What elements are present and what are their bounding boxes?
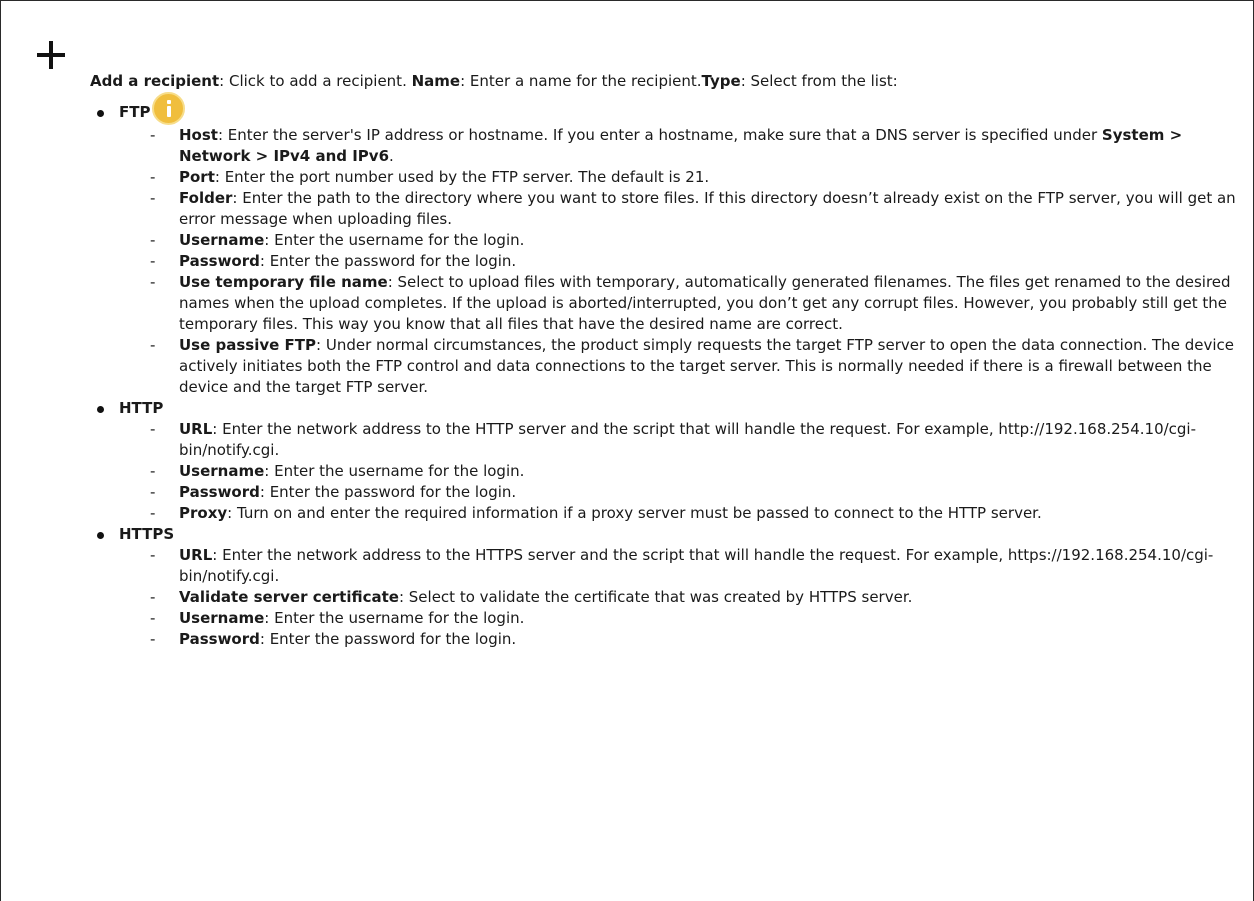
recipient-help: Add a recipient: Click to add a recipien… <box>90 71 1240 650</box>
field-text: : Turn on and enter the required informa… <box>227 504 1042 522</box>
field-label: Username <box>179 231 265 249</box>
field-label: Port <box>179 168 215 186</box>
field-passive-ftp: Use passive FTP: Under normal circumstan… <box>119 335 1240 398</box>
field-username: Username: Enter the username for the log… <box>119 608 1240 629</box>
https-fields: URL: Enter the network address to the HT… <box>119 545 1240 650</box>
field-label: Password <box>179 483 260 501</box>
field-text-end: . <box>389 147 394 165</box>
type-name: HTTPS <box>119 525 175 543</box>
field-label: URL <box>179 546 213 564</box>
field-proxy: Proxy: Turn on and enter the required in… <box>119 503 1240 524</box>
http-fields: URL: Enter the network address to the HT… <box>119 419 1240 524</box>
type-http: HTTP URL: Enter the network address to t… <box>90 398 1240 524</box>
type-https: HTTPS URL: Enter the network address to … <box>90 524 1240 650</box>
field-text: : Enter the password for the login. <box>259 630 517 648</box>
field-text: : Enter the password for the login. <box>259 252 517 270</box>
field-password: Password: Enter the password for the log… <box>119 629 1240 650</box>
field-port: Port: Enter the port number used by the … <box>119 167 1240 188</box>
field-text: : Under normal circumstances, the produc… <box>179 336 1234 396</box>
field-url: URL: Enter the network address to the HT… <box>119 545 1240 587</box>
field-password: Password: Enter the password for the log… <box>119 482 1240 503</box>
name-label: Name <box>411 72 461 90</box>
field-text: : Select to validate the certificate tha… <box>398 588 913 606</box>
field-label: Password <box>179 630 260 648</box>
field-password: Password: Enter the password for the log… <box>119 251 1240 272</box>
field-url: URL: Enter the network address to the HT… <box>119 419 1240 461</box>
info-icon <box>152 92 186 125</box>
name-text: : Enter a name for the recipient. <box>460 72 702 90</box>
field-label: Use passive FTP <box>179 336 317 354</box>
field-label: Username <box>179 609 265 627</box>
type-label: Type <box>701 72 741 90</box>
field-folder: Folder: Enter the path to the directory … <box>119 188 1240 230</box>
type-list: FTP Host: Enter the server's IP address … <box>90 92 1240 650</box>
intro-paragraph: Add a recipient: Click to add a recipien… <box>90 71 1240 92</box>
field-label: Password <box>179 252 260 270</box>
bullet <box>97 406 104 413</box>
field-text: : Enter the username for the login. <box>264 609 525 627</box>
field-text: : Enter the username for the login. <box>264 231 525 249</box>
type-name: FTP <box>119 103 151 121</box>
field-validate-certificate: Validate server certificate: Select to v… <box>119 587 1240 608</box>
field-text: : Enter the server's IP address or hostn… <box>217 126 1102 144</box>
field-text: : Enter the path to the directory where … <box>179 189 1236 228</box>
type-text: : Select from the list: <box>740 72 898 90</box>
type-name: HTTP <box>119 399 164 417</box>
field-temp-file-name: Use temporary file name: Select to uploa… <box>119 272 1240 335</box>
field-label: Username <box>179 462 265 480</box>
add-recipient-label: Add a recipient <box>90 72 220 90</box>
field-label: Host <box>179 126 218 144</box>
add-recipient-text: : Click to add a recipient. <box>219 72 412 90</box>
field-text: : Enter the port number used by the FTP … <box>214 168 710 186</box>
bullet <box>97 532 104 539</box>
field-label: URL <box>179 420 213 438</box>
field-label: Use temporary file name <box>179 273 388 291</box>
field-label: Validate server certificate <box>179 588 399 606</box>
field-host: Host: Enter the server's IP address or h… <box>119 125 1240 167</box>
ftp-fields: Host: Enter the server's IP address or h… <box>119 125 1240 398</box>
type-ftp: FTP Host: Enter the server's IP address … <box>90 92 1240 398</box>
field-label: Folder <box>179 189 233 207</box>
field-label: Proxy <box>179 504 228 522</box>
bullet <box>97 110 104 117</box>
field-text: : Enter the username for the login. <box>264 462 525 480</box>
plus-icon[interactable] <box>37 41 65 69</box>
field-text: : Enter the network address to the HTTP … <box>179 420 1197 459</box>
field-text: : Enter the password for the login. <box>259 483 517 501</box>
field-username: Username: Enter the username for the log… <box>119 461 1240 482</box>
field-username: Username: Enter the username for the log… <box>119 230 1240 251</box>
field-text: : Enter the network address to the HTTPS… <box>179 546 1214 585</box>
